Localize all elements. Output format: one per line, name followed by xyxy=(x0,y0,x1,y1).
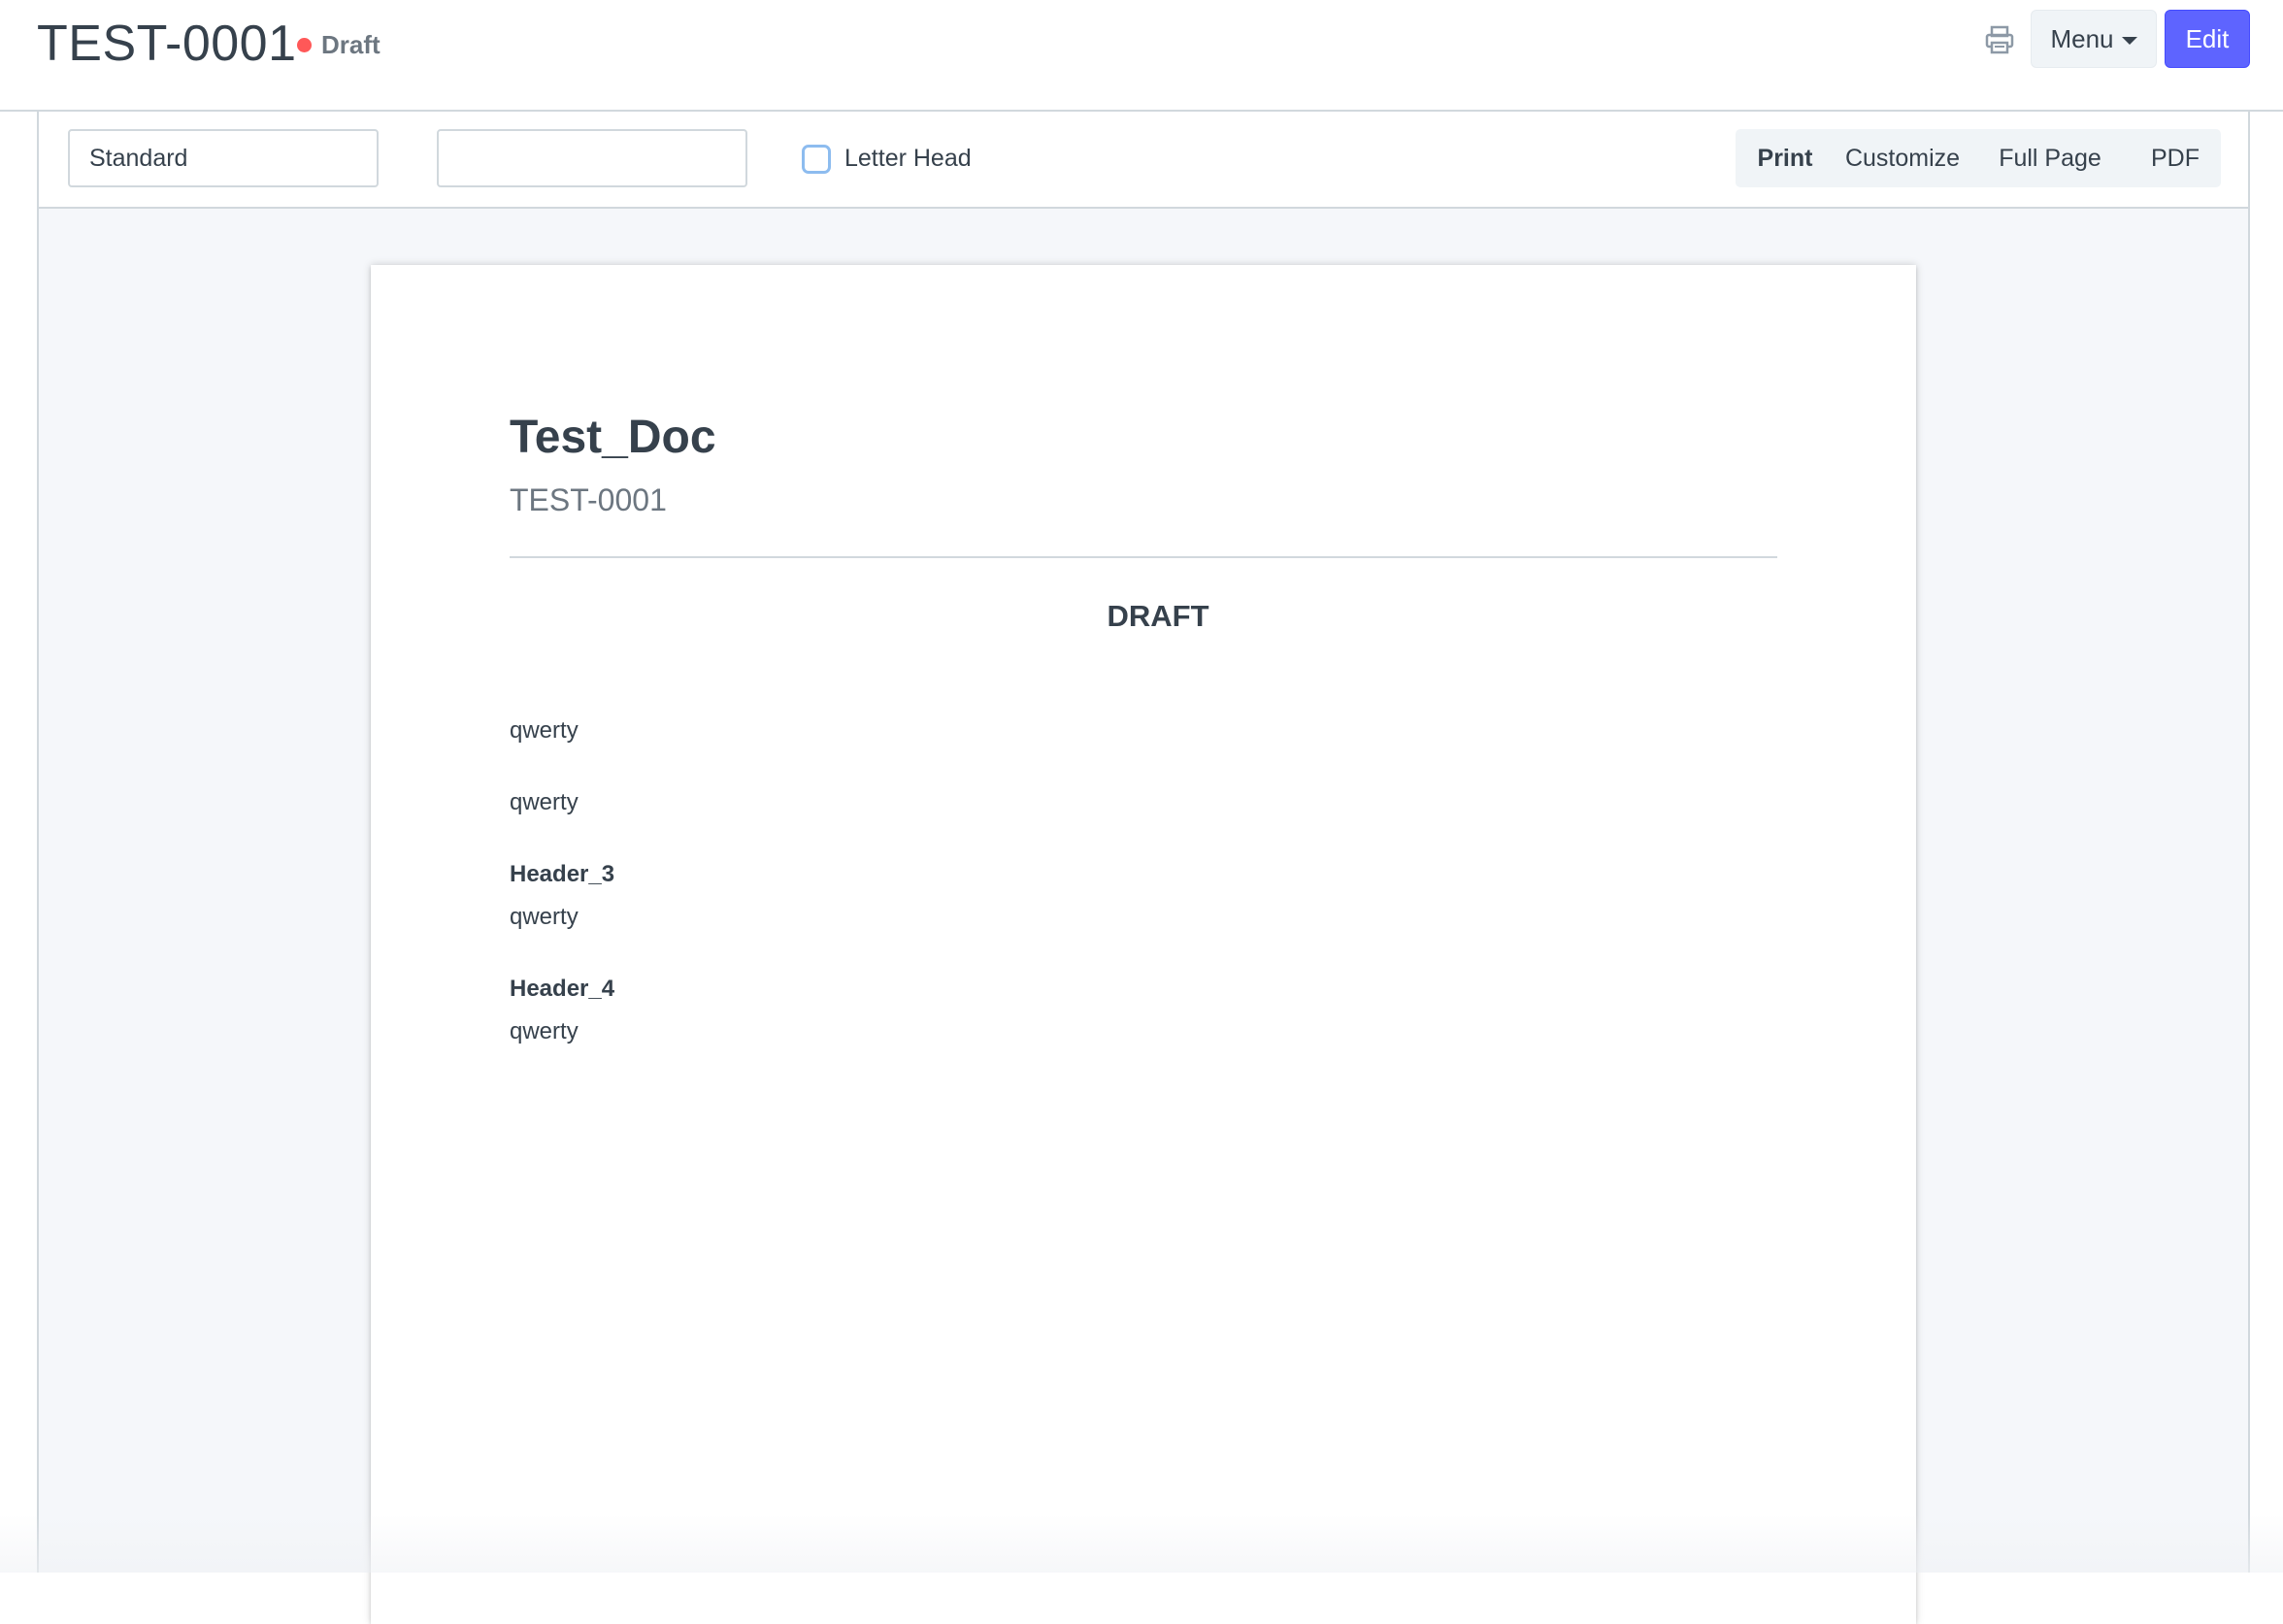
field-label: Header_3 xyxy=(510,861,615,887)
print-actions-group: Print Customize Full Page PDF xyxy=(1736,129,2221,187)
page-header: TEST-0001 Draft Menu Edit xyxy=(0,0,2283,112)
caret-down-icon xyxy=(2121,37,2137,45)
print-view-panel: Standard Letter Head Print Customize Ful… xyxy=(37,112,2250,1624)
pdf-button[interactable]: PDF xyxy=(2130,129,2221,187)
status-dot-icon xyxy=(297,37,312,52)
document-id: TEST-0001 xyxy=(510,482,667,517)
print-button[interactable]: Print xyxy=(1736,129,1835,187)
field-value: qwerty xyxy=(510,1018,579,1044)
title-divider xyxy=(510,556,1777,558)
menu-button-label: Menu xyxy=(2050,23,2114,53)
field-value: qwerty xyxy=(510,717,579,744)
field-label: Header_4 xyxy=(510,976,615,1002)
letter-head-checkbox[interactable] xyxy=(802,145,831,174)
print-preview-sheet: Test_Doc TEST-0001 DRAFT qwerty qwerty H… xyxy=(371,265,1916,1624)
page-title: TEST-0001 xyxy=(37,16,297,72)
language-select[interactable] xyxy=(437,129,747,187)
field-value: qwerty xyxy=(510,904,579,930)
status-indicator: Draft xyxy=(297,27,380,62)
status-label: Draft xyxy=(321,29,380,59)
full-page-button[interactable]: Full Page xyxy=(1970,129,2130,187)
edit-button[interactable]: Edit xyxy=(2165,10,2250,68)
field-value: qwerty xyxy=(510,789,579,815)
printer-icon[interactable] xyxy=(1983,23,2016,56)
draft-marker: DRAFT xyxy=(1107,599,1209,633)
print-toolbar: Standard Letter Head Print Customize Ful… xyxy=(39,112,2248,209)
print-format-select[interactable]: Standard xyxy=(68,129,379,187)
menu-button[interactable]: Menu xyxy=(2031,10,2157,68)
customize-button[interactable]: Customize xyxy=(1835,129,1970,187)
letter-head-label[interactable]: Letter Head xyxy=(844,143,972,174)
document-title: Test_Doc xyxy=(510,412,716,463)
